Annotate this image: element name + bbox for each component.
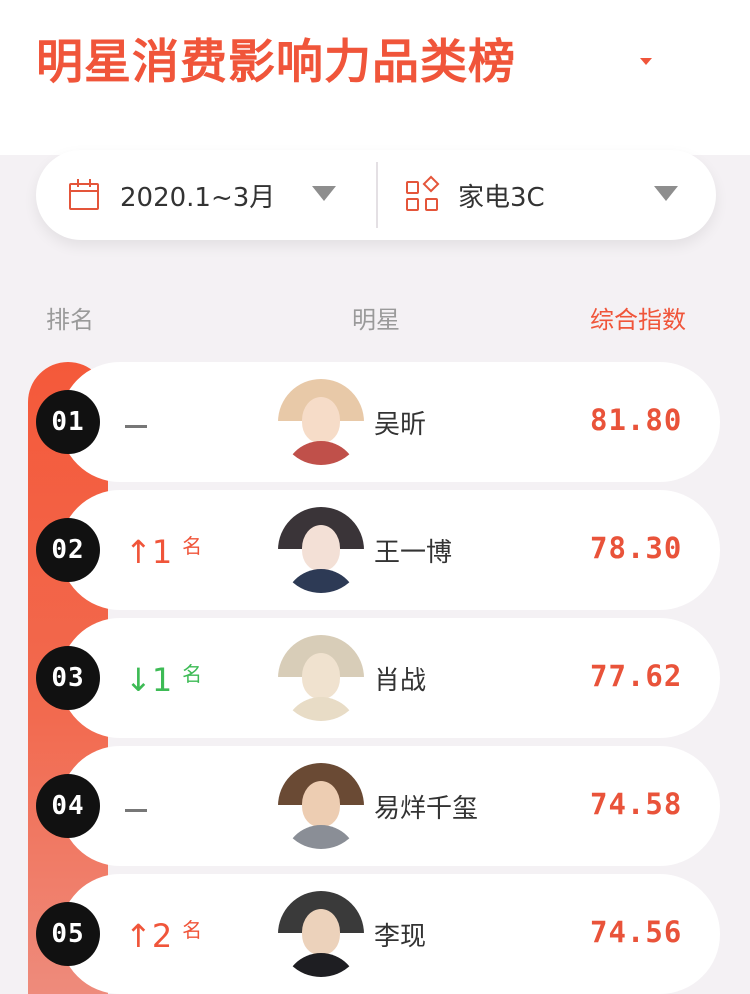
score-value: 74.56 xyxy=(590,915,683,949)
rank-badge: 02 xyxy=(36,518,100,582)
title-dropdown-caret-icon[interactable] xyxy=(640,58,652,65)
filter-divider xyxy=(376,162,378,228)
calendar-icon xyxy=(68,178,102,212)
star-name: 王一博 xyxy=(374,538,453,568)
column-header-rank: 排名 xyxy=(46,306,94,334)
arrow-down-icon: ↓ xyxy=(125,661,152,699)
page-header: 明星消费影响力品类榜 xyxy=(0,0,750,155)
date-dropdown-arrow-icon[interactable] xyxy=(312,186,336,201)
page-title: 明星消费影响力品类榜 xyxy=(36,35,516,90)
category-dropdown-arrow-icon[interactable] xyxy=(654,186,678,201)
avatar[interactable] xyxy=(278,891,364,977)
column-header-score[interactable]: 综合指数 xyxy=(590,300,686,335)
score-value: 81.80 xyxy=(590,403,683,437)
filter-bar: 2020.1~3月 家电3C xyxy=(36,150,716,240)
arrow-up-icon: ↑ xyxy=(125,917,152,955)
avatar[interactable] xyxy=(278,763,364,849)
no-change-dash-icon xyxy=(125,425,147,428)
category-filter[interactable]: 家电3C xyxy=(406,150,706,240)
rank-badge: 03 xyxy=(36,646,100,710)
rank-change-number: 2 xyxy=(151,917,173,955)
arrow-up-icon: ↑ xyxy=(125,533,152,571)
score-value: 77.62 xyxy=(590,659,683,693)
rank-change-number: 1 xyxy=(151,661,173,699)
rank-change-up: ↑ 2 名 xyxy=(125,914,202,954)
star-name: 李现 xyxy=(374,922,427,952)
rank-badge: 01 xyxy=(36,390,100,454)
rank-change-unit: 名 xyxy=(182,662,203,686)
rank-change-unit: 名 xyxy=(182,534,203,558)
category-grid-icon xyxy=(406,175,440,212)
rank-change-none xyxy=(125,402,147,442)
rank-change-number: 1 xyxy=(151,533,173,571)
star-name: 易烊千玺 xyxy=(374,794,479,824)
score-value: 74.58 xyxy=(590,787,683,821)
star-name: 吴昕 xyxy=(374,410,427,440)
rank-change-unit: 名 xyxy=(182,918,203,942)
avatar[interactable] xyxy=(278,379,364,465)
star-name: 肖战 xyxy=(374,666,427,696)
rank-badge: 04 xyxy=(36,774,100,838)
rank-change-none xyxy=(125,786,147,826)
column-header-star: 明星 xyxy=(352,306,400,334)
date-filter-value: 2020.1~3月 xyxy=(120,182,276,213)
rank-change-down: ↓ 1 名 xyxy=(125,658,202,698)
no-change-dash-icon xyxy=(125,809,147,812)
score-value: 78.30 xyxy=(590,531,683,565)
date-filter[interactable]: 2020.1~3月 xyxy=(68,150,368,240)
avatar[interactable] xyxy=(278,635,364,721)
avatar[interactable] xyxy=(278,507,364,593)
rank-change-up: ↑ 1 名 xyxy=(125,530,202,570)
rank-badge: 05 xyxy=(36,902,100,966)
category-filter-value: 家电3C xyxy=(458,182,545,213)
